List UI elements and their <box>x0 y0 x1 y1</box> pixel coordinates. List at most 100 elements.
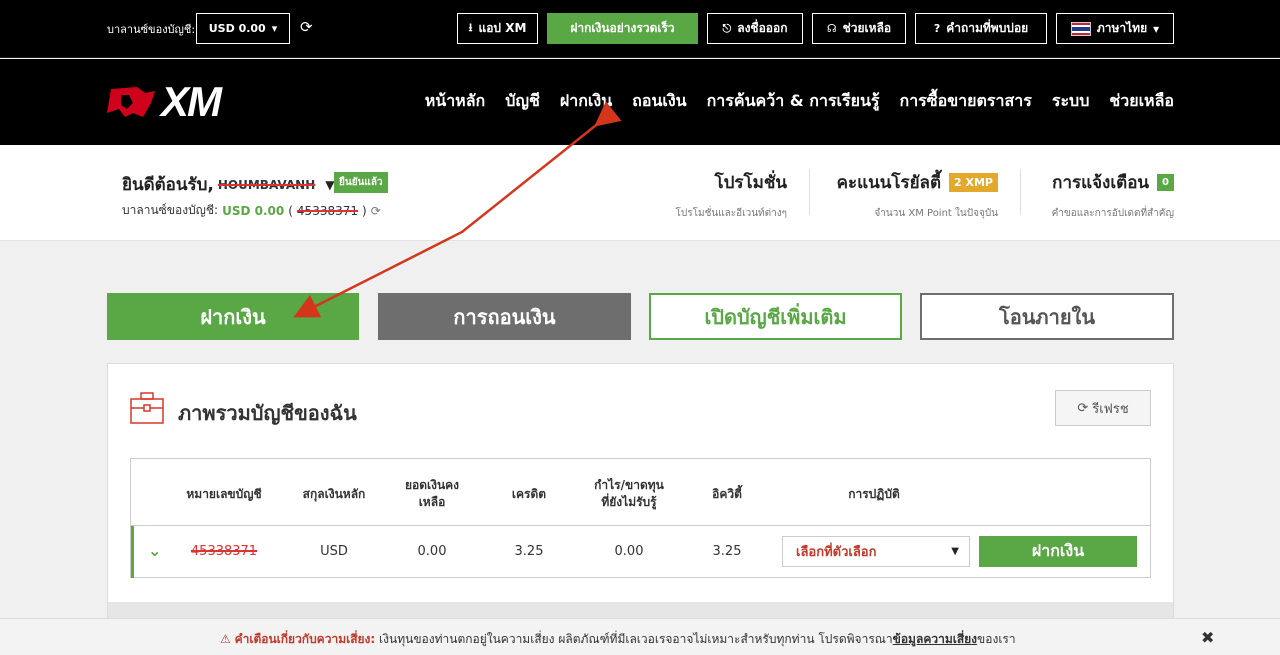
row-pnl: 0.00 <box>614 544 644 559</box>
faq-button[interactable]: ? คำถามที่พบบ่อย <box>915 13 1047 44</box>
nav-research[interactable]: การค้นคว้า & การเรียนรู้ <box>707 89 880 114</box>
loyalty-title: คะแนนโรยัลตี้ <box>836 173 942 193</box>
welcome-greeting[interactable]: ยินดีต้อนรับ, HOUMBAVANH ▼ <box>122 171 335 198</box>
nav-help[interactable]: ช่วยเหลือ <box>1109 89 1174 114</box>
risk-warning-body: เงินทุนของท่านตกอยู่ในความเสี่ยง ผลิตภัณ… <box>379 632 893 646</box>
greeting-text: ยินดีต้อนรับ, <box>122 175 214 195</box>
promotions-link[interactable]: โปรโมชั่น โปรโมชั่นและอีเวนท์ต่างๆ <box>676 169 787 221</box>
account-balance-value: USD 0.00 <box>222 203 285 218</box>
withdraw-button[interactable]: การถอนเงิน <box>378 293 631 340</box>
table-row: ⌄ 45338371 USD 0.00 3.25 0.00 3.25 เลือก… <box>131 526 1150 578</box>
th-balance: ยอดเงินคง เหลือ <box>389 477 475 511</box>
help-label: ช่วยเหลือ <box>842 21 892 35</box>
divider <box>1020 169 1021 215</box>
row-deposit-button[interactable]: ฝากเงิน <box>979 536 1137 567</box>
risk-warning-bar: ⚠ คำเตือนเกี่ยวกับความเสี่ยง: เงินทุนของ… <box>0 618 1280 655</box>
xm-logo-mark-icon <box>107 87 155 117</box>
th-balance-line1: ยอดเงินคง <box>404 478 460 492</box>
divider <box>809 169 810 215</box>
th-equity: อิควิตี้ <box>712 487 742 501</box>
account-number-value: 45338371 <box>190 544 258 559</box>
refresh-icon[interactable]: ⟳ <box>371 204 381 218</box>
main-nav-bar: XM หน้าหลัก บัญชี ฝากเงิน ถอนเงิน การค้น… <box>0 59 1280 145</box>
notifications-subtitle: คำขอและการอัปเดตที่สำคัญ <box>1051 208 1174 219</box>
logout-label: ลงชื่อออก <box>737 21 788 35</box>
xm-app-button[interactable]: ⭳ แอป XM <box>457 13 538 44</box>
internal-transfer-button[interactable]: โอนภายใน <box>920 293 1174 340</box>
language-label: ภาษาไทย <box>1096 21 1148 35</box>
caret-down-icon: ▼ <box>951 546 959 557</box>
row-currency: USD <box>320 544 348 559</box>
nav-platforms[interactable]: ระบบ <box>1052 89 1090 114</box>
main-nav: หน้าหลัก บัญชี ฝากเงิน ถอนเงิน การค้นคว้… <box>425 89 1174 114</box>
th-account-number: หมายเลขบัญชี <box>186 487 262 501</box>
th-credit: เครดิต <box>511 487 547 501</box>
refresh-icon[interactable]: ⟳ <box>300 18 313 36</box>
notifications-title: การแจ้งเตือน <box>1052 173 1150 193</box>
account-overview-panel: ภาพรวมบัญชีของฉัน ⟳ รีเฟรช หมายเลขบัญชี … <box>107 363 1174 624</box>
row-credit: 3.25 <box>514 544 544 559</box>
download-icon: ⭳ <box>468 21 473 34</box>
refresh-button[interactable]: ⟳ รีเฟรช <box>1055 390 1151 426</box>
fast-deposit-label: ฝากเงินอย่างรวดเร็ว <box>570 21 675 35</box>
refresh-icon: ⟳ <box>1077 400 1089 416</box>
faq-label: คำถามที่พบบ่อย <box>946 21 1029 35</box>
logout-button[interactable]: ⎋ ลงชื่อออก <box>707 13 803 44</box>
notifications-badge: 0 <box>1157 174 1174 191</box>
risk-warning-text: ⚠ คำเตือนเกี่ยวกับความเสี่ยง: เงินทุนของ… <box>220 630 1016 649</box>
notifications-link[interactable]: การแจ้งเตือน 0 คำขอและการอัปเดตที่สำคัญ <box>1052 169 1174 221</box>
risk-info-link[interactable]: ข้อมูลความเสี่ยง <box>893 632 977 646</box>
account-id: 45338371 <box>296 203 358 218</box>
open-account-button[interactable]: เปิดบัญชีเพิ่มเติม <box>649 293 902 340</box>
action-select[interactable]: เลือกที่ตัวเลือก ▼ <box>782 536 970 567</box>
welcome-bar: ยินดีต้อนรับ, HOUMBAVANH ▼ ยืนยันแล้ว บา… <box>0 145 1280 241</box>
account-balance: บาลานซ์ของบัญชี: USD 0.00 (45338371) ⟳ <box>122 201 381 220</box>
fast-deposit-button[interactable]: ฝากเงินอย่างรวดเร็ว <box>547 13 698 44</box>
caret-down-icon: ▾ <box>1153 21 1160 36</box>
th-base-currency: สกุลเงินหลัก <box>302 487 366 501</box>
top-bar: บาลานซ์ของบัญชี: USD 0.00 ▾ ⟳ ⭳ แอป XM ฝ… <box>0 0 1280 58</box>
balance-value: USD 0.00 <box>208 22 266 35</box>
risk-warning-suffix: ของเรา <box>977 632 1016 646</box>
xm-logo[interactable]: XM <box>107 78 222 125</box>
balance-dropdown[interactable]: USD 0.00 ▾ <box>196 13 290 44</box>
question-icon: ? <box>933 22 941 35</box>
row-equity: 3.25 <box>712 544 742 559</box>
table-header: หมายเลขบัญชี สกุลเงินหลัก ยอดเงินคง เหลื… <box>131 459 1150 526</box>
panel-title: ภาพรวมบัญชีของฉัน <box>178 401 357 425</box>
nav-withdraw[interactable]: ถอนเงิน <box>632 89 686 114</box>
promotions-title: โปรโมชั่น <box>714 173 787 193</box>
th-pnl-line1: กำไร/ขาดทุน <box>594 478 664 492</box>
warning-icon: ⚠ <box>220 632 231 646</box>
briefcase-icon <box>130 392 164 424</box>
verified-badge: ยืนยันแล้ว <box>334 172 388 193</box>
row-account-number: 45338371 <box>177 544 271 559</box>
deposit-button[interactable]: ฝากเงิน <box>107 293 359 340</box>
close-icon[interactable]: ✖ <box>1201 628 1214 647</box>
logout-icon: ⎋ <box>722 21 732 35</box>
language-selector[interactable]: ภาษาไทย ▾ <box>1056 13 1174 44</box>
thai-flag-icon <box>1070 21 1091 36</box>
nav-accounts[interactable]: บัญชี <box>505 89 540 114</box>
caret-down-icon: ▾ <box>271 22 278 35</box>
paren-open: ( <box>288 203 293 218</box>
th-pnl-line2: ที่ยังไม่รับรู้ <box>601 495 657 509</box>
help-button[interactable]: ☊ ช่วยเหลือ <box>812 13 906 44</box>
th-pnl: กำไร/ขาดทุน ที่ยังไม่รับรู้ <box>581 477 677 511</box>
nav-home[interactable]: หน้าหลัก <box>425 89 486 114</box>
accounts-table: หมายเลขบัญชี สกุลเงินหลัก ยอดเงินคง เหลื… <box>130 458 1151 578</box>
paren-close: ) <box>362 203 367 218</box>
loyalty-link[interactable]: คะแนนโรยัลตี้ 2 XMP จำนวน XM Point ในปัจ… <box>837 169 998 221</box>
account-balance-label: บาลานซ์ของบัญชี: <box>122 203 219 217</box>
xm-app-label: แอป XM <box>478 21 527 35</box>
loyalty-badge: 2 XMP <box>949 173 998 192</box>
user-name: HOUMBAVANH <box>217 177 316 192</box>
nav-deposit[interactable]: ฝากเงิน <box>560 89 612 114</box>
xm-logo-text: XM <box>161 78 222 125</box>
action-select-value: เลือกที่ตัวเลือก <box>796 545 877 560</box>
promotions-subtitle: โปรโมชั่นและอีเวนท์ต่างๆ <box>675 208 787 219</box>
headset-icon: ☊ <box>826 22 837 35</box>
loyalty-subtitle: จำนวน XM Point ในปัจจุบัน <box>874 208 998 219</box>
chevron-down-icon[interactable]: ⌄ <box>148 541 161 560</box>
nav-trading-instruments[interactable]: การซื้อขายตราสาร <box>900 89 1032 114</box>
